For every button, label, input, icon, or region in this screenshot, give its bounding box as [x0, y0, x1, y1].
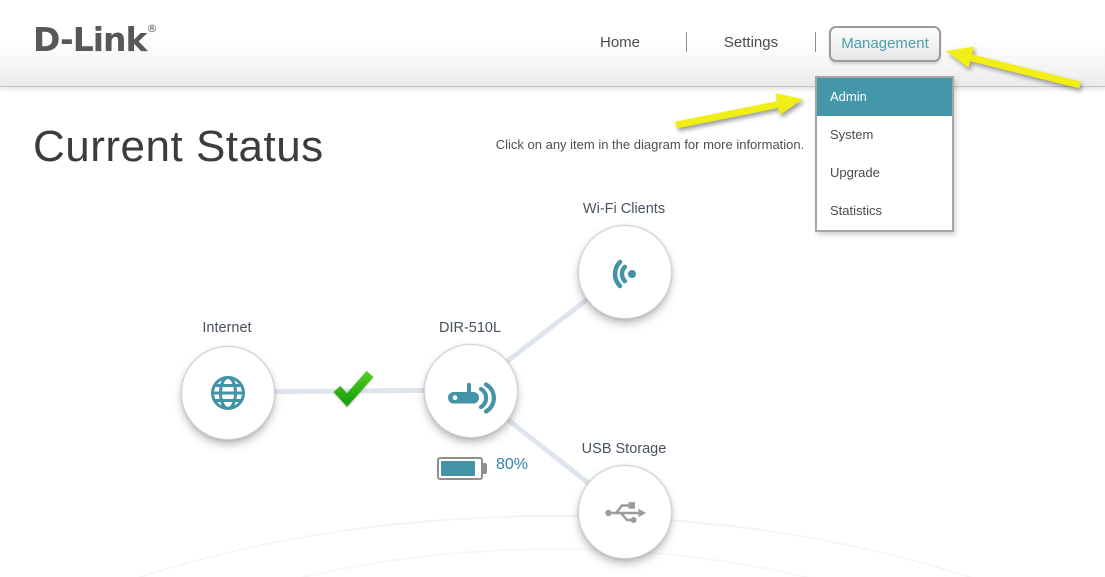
router-icon: [445, 368, 497, 414]
current-status-screen: D-Link® Home Settings Management Admin S…: [0, 0, 1105, 577]
management-dropdown-menu: Admin System Upgrade Statistics: [815, 76, 954, 232]
battery-percent: 80%: [496, 456, 528, 474]
usb-storage-label: USB Storage: [544, 441, 704, 457]
battery-fill: [441, 461, 475, 476]
menu-item-upgrade[interactable]: Upgrade: [817, 154, 952, 192]
dlink-logo: D-Link®: [33, 20, 156, 59]
nav-divider: [815, 32, 816, 52]
battery-icon: [437, 457, 483, 480]
menu-item-system[interactable]: System: [817, 116, 952, 154]
internet-connected-check-icon: [333, 371, 375, 407]
wifi-icon: [602, 249, 648, 295]
nav-item-home[interactable]: Home: [575, 34, 665, 51]
router-label: DIR-510L: [390, 320, 550, 336]
menu-item-admin[interactable]: Admin: [817, 78, 952, 116]
usb-icon: [602, 489, 648, 535]
wifi-clients-label: Wi-Fi Clients: [544, 201, 704, 217]
nav-divider: [686, 32, 687, 52]
menu-item-statistics[interactable]: Statistics: [817, 192, 952, 230]
nav-item-management[interactable]: Management: [829, 26, 941, 62]
internet-label: Internet: [147, 320, 307, 336]
diagram-hint-text: Click on any item in the diagram for mor…: [450, 137, 850, 152]
battery-nub: [483, 463, 487, 474]
registered-mark: ®: [146, 22, 156, 35]
usb-storage-node[interactable]: [578, 465, 672, 559]
router-node[interactable]: [424, 344, 518, 438]
header-bar: D-Link® Home Settings Management: [0, 0, 1105, 87]
wifi-clients-node[interactable]: [578, 225, 672, 319]
nav-item-settings[interactable]: Settings: [706, 34, 796, 51]
dlink-logo-text: D-Link: [33, 20, 146, 59]
page-title: Current Status: [33, 122, 324, 172]
internet-node[interactable]: [181, 346, 275, 440]
globe-icon: [205, 370, 251, 416]
